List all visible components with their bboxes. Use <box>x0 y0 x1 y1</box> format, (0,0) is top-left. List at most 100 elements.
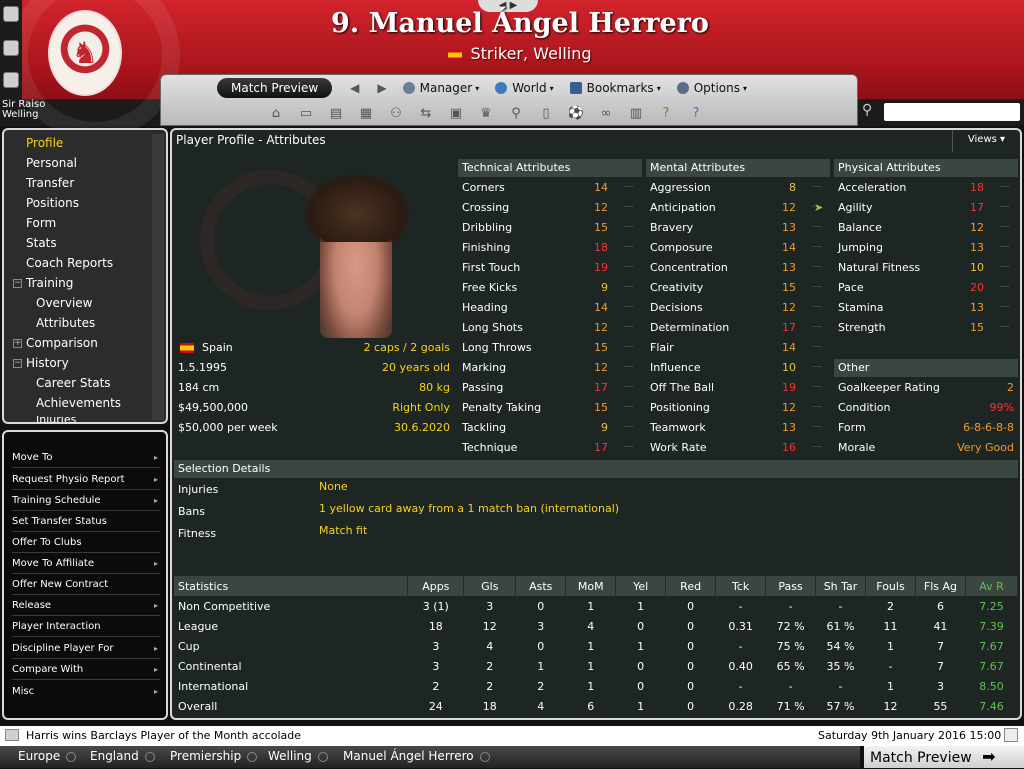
table-row[interactable]: International 2 2 2 1 0 0 - - - 1 3 8.50 <box>174 676 1018 696</box>
action-move-to[interactable]: Move To ▸ <box>12 447 160 468</box>
stats-cell: 41 <box>933 619 948 633</box>
stats-cell: 7 <box>936 639 944 653</box>
action-move-to-affiliate[interactable]: Move To Affiliate ▸ <box>12 553 160 574</box>
clipboard-icon[interactable]: ▯ <box>535 104 557 122</box>
table-row[interactable]: Continental 3 2 1 1 0 0 0.40 65 % 35 % - 7 7.67 <box>174 656 1018 676</box>
question-icon[interactable]: ? <box>685 104 707 122</box>
action-set-transfer-status[interactable]: Set Transfer Status <box>12 511 160 532</box>
calendar-icon[interactable]: ▦ <box>355 104 377 122</box>
action-offer-new-contract[interactable]: Offer New Contract <box>12 574 160 595</box>
world-menu[interactable]: World ▾ <box>495 81 554 95</box>
action-request-physio-report[interactable]: Request Physio Report ▸ <box>12 469 160 490</box>
attr-trend-dash: — <box>812 321 822 332</box>
stats-col-pass[interactable]: Pass <box>765 576 817 596</box>
sidebar-item-training[interactable]: Training <box>26 276 73 290</box>
attr-corners-label: Corners <box>462 181 505 194</box>
trophy-icon[interactable]: ♛ <box>475 104 497 122</box>
breadcrumb-item[interactable]: Welling <box>268 749 328 763</box>
forward-arrow-icon[interactable]: ▶ <box>377 81 386 95</box>
news-headline[interactable]: Harris wins Barclays Player of the Month… <box>26 729 301 742</box>
fixtures-icon[interactable] <box>3 40 19 56</box>
action-misc[interactable]: Misc ▸ <box>12 681 160 702</box>
action-training-schedule[interactable]: Training Schedule ▸ <box>12 490 160 511</box>
stats-cell: 0 <box>687 619 695 633</box>
sidebar-item-career-stats[interactable]: Career Stats <box>36 376 111 390</box>
help-icon[interactable]: ? <box>655 104 677 122</box>
stats-col-asts[interactable]: Asts <box>515 576 567 596</box>
tree-collapse-icon[interactable]: − <box>13 279 22 288</box>
home-icon[interactable]: ⌂ <box>265 104 287 122</box>
attr-first-touch-value: 19 <box>594 261 608 274</box>
sidebar-item-comparison[interactable]: Comparison <box>26 336 98 350</box>
action-player-interaction[interactable]: Player Interaction <box>12 616 160 637</box>
sidebar-item-attributes[interactable]: Attributes <box>36 316 95 330</box>
action-compare-with[interactable]: Compare With ▸ <box>12 659 160 680</box>
stats-cell: 12 <box>883 699 898 713</box>
news-icon[interactable] <box>5 729 19 741</box>
notes-icon[interactable] <box>3 72 19 88</box>
sidebar-item-transfer[interactable]: Transfer <box>26 176 74 190</box>
breadcrumb-item[interactable]: Manuel Ángel Herrero <box>343 749 490 763</box>
finances-icon[interactable]: ▥ <box>625 104 647 122</box>
stats-col-mom[interactable]: MoM <box>565 576 617 596</box>
sidebar-item-personal[interactable]: Personal <box>26 156 77 170</box>
back-arrow-icon[interactable]: ◀ <box>350 81 359 95</box>
table-row[interactable]: Overall 24 18 4 6 1 0 0.28 71 % 57 % 12 55 7.46 <box>174 696 1018 716</box>
breadcrumb-item[interactable]: England <box>90 749 155 763</box>
breadcrumb-label: Manuel Ángel Herrero <box>343 749 474 763</box>
player-nationality: Spain <box>202 341 233 354</box>
stats-col-red[interactable]: Red <box>665 576 717 596</box>
stats-col-yel[interactable]: Yel <box>615 576 667 596</box>
stats-col-gls[interactable]: Gls <box>463 576 517 596</box>
stats-col-fouls[interactable]: Fouls <box>865 576 916 596</box>
manager-menu[interactable]: Manager ▾ <box>402 81 479 95</box>
tree-collapse-icon[interactable]: − <box>13 359 22 368</box>
sidebar-item-profile[interactable]: Profile <box>26 136 63 150</box>
tree-expand-icon[interactable]: + <box>13 339 22 348</box>
stats-cell: 1 <box>587 659 595 673</box>
sidebar-item-stats[interactable]: Stats <box>26 236 57 250</box>
transfers-icon[interactable]: ⇆ <box>415 104 437 122</box>
stats-col-statistics[interactable]: Statistics <box>174 576 409 596</box>
stats-cell: - <box>738 599 743 613</box>
match-icon[interactable]: ⚽ <box>565 104 587 122</box>
search-input[interactable] <box>884 103 1020 121</box>
stats-col-tck[interactable]: Tck <box>715 576 767 596</box>
stats-cell: 24 <box>428 699 443 713</box>
sidebar-item-achievements[interactable]: Achievements <box>36 396 121 410</box>
action-discipline-player-for[interactable]: Discipline Player For ▸ <box>12 638 160 659</box>
views-menu[interactable]: Views ▾ <box>952 130 1020 152</box>
sidebar-item-coach-reports[interactable]: Coach Reports <box>26 256 113 270</box>
stats-col-av-r[interactable]: Av R <box>965 576 1019 596</box>
other-morale-label: Morale <box>838 441 876 454</box>
stats-col-sh-tar[interactable]: Sh Tar <box>815 576 866 596</box>
bookmarks-menu[interactable]: Bookmarks ▾ <box>569 81 661 95</box>
match-preview-continue-button[interactable]: Match Preview ➡ <box>864 746 1024 768</box>
match-preview-button[interactable]: Match Preview <box>217 78 333 98</box>
inbox-icon[interactable] <box>3 6 19 22</box>
stats-col-fls-ag[interactable]: Fls Ag <box>915 576 966 596</box>
stats-col-apps[interactable]: Apps <box>407 576 465 596</box>
breadcrumb-item[interactable]: Europe <box>18 749 77 763</box>
scouting-icon[interactable]: ⚲ <box>505 104 527 122</box>
sidebar-item-overview[interactable]: Overview <box>36 296 93 310</box>
sidebar-scrollbar[interactable] <box>152 134 164 420</box>
squad-icon[interactable]: ⚇ <box>385 104 407 122</box>
binoculars-icon[interactable]: ∞ <box>595 104 617 122</box>
action-offer-to-clubs[interactable]: Offer To Clubs <box>12 532 160 553</box>
calendar-icon[interactable] <box>1004 728 1018 742</box>
table-row[interactable]: Cup 3 4 0 1 1 0 - 75 % 54 % 1 7 7.67 <box>174 636 1018 656</box>
search-icon[interactable]: ⚲ <box>862 102 872 118</box>
action-release[interactable]: Release ▸ <box>12 595 160 616</box>
tactics-icon[interactable]: ▣ <box>445 104 467 122</box>
sidebar-item-history[interactable]: History <box>26 356 69 370</box>
breadcrumb-item[interactable]: Premiership <box>170 749 258 763</box>
table-row[interactable]: League 18 12 3 4 0 0 0.31 72 % 61 % 11 41 7.39 <box>174 616 1018 636</box>
sidebar-item-form[interactable]: Form <box>26 216 56 230</box>
options-menu[interactable]: Options ▾ <box>676 81 747 95</box>
inbox-icon[interactable]: ▭ <box>295 104 317 122</box>
news-icon[interactable]: ▤ <box>325 104 347 122</box>
table-row[interactable]: Non Competitive 3 (1) 3 0 1 1 0 - - - 2 6 7.25 <box>174 596 1018 616</box>
sidebar-item-injuries[interactable]: Injuries <box>36 416 76 423</box>
sidebar-item-positions[interactable]: Positions <box>26 196 79 210</box>
